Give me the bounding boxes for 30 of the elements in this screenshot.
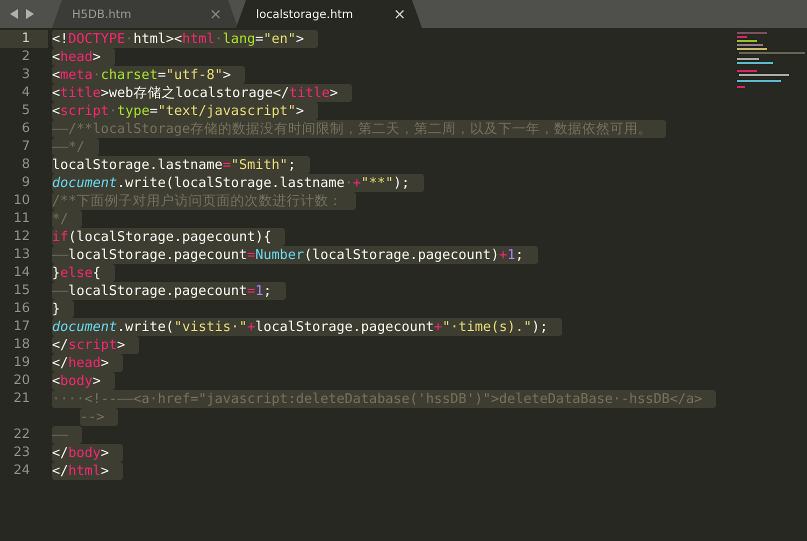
back-icon[interactable]	[10, 9, 19, 19]
close-icon[interactable]: ×	[393, 5, 406, 23]
line-number: 7	[20, 138, 31, 156]
line-number: 9	[20, 174, 31, 192]
line-number: 4	[20, 84, 31, 102]
line-number: 1	[0, 30, 48, 48]
file-tab[interactable]: H5DB.htm ×	[52, 0, 238, 28]
line-number: 20	[12, 372, 31, 390]
line-number: 10	[12, 192, 31, 210]
line-number: 17	[12, 318, 31, 336]
line-number: 3	[20, 66, 31, 84]
line-number: 12	[12, 228, 31, 246]
forward-icon[interactable]	[25, 9, 34, 19]
line-number: 16	[12, 300, 31, 318]
line-number: 15	[12, 282, 31, 300]
line-number: 24	[12, 462, 31, 480]
line-number: 6	[20, 120, 31, 138]
line-number: 18	[12, 336, 31, 354]
line-number: 23	[12, 444, 31, 462]
line-number: 21	[12, 390, 31, 408]
line-number: 2	[20, 48, 31, 66]
line-number: 13	[12, 246, 31, 264]
line-number: 22	[12, 426, 31, 444]
minimap-drawing[interactable]	[735, 30, 807, 90]
line-number: 19	[12, 354, 31, 372]
file-tab[interactable]: localstorage.htm ×	[236, 0, 422, 28]
line-number: 8	[20, 156, 31, 174]
line-number: 11	[12, 210, 31, 228]
line-number: 14	[12, 264, 31, 282]
line-number: 5	[20, 102, 31, 120]
